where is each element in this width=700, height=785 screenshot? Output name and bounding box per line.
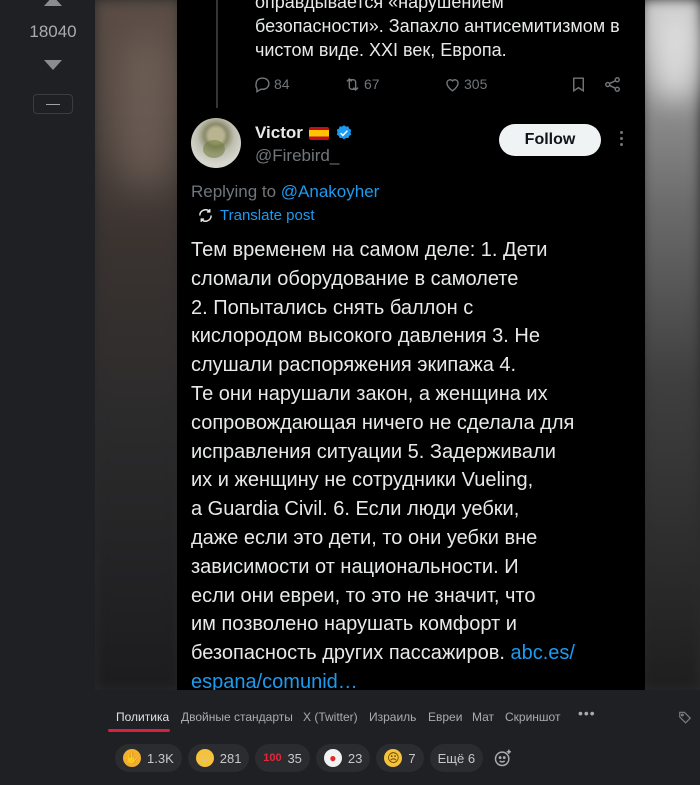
reaction-laugh[interactable]: ☺ 281 — [187, 744, 250, 772]
collapse-button[interactable]: — — [33, 94, 73, 114]
tweet-action-bar: 84 67 305 — [253, 72, 633, 96]
retweet-count: 67 — [364, 76, 380, 92]
author-name-row: Victor — [255, 123, 353, 143]
vote-column: 18040 — — [0, 0, 95, 785]
tag-icon[interactable] — [678, 710, 692, 724]
tag-politika[interactable]: Политика — [116, 710, 169, 724]
tweet-panel: оправдывается «нарушением безопасности».… — [177, 0, 645, 690]
tag-israel[interactable]: Израиль — [369, 710, 416, 724]
like-count: 305 — [464, 76, 488, 92]
retweet-icon — [346, 77, 359, 91]
reaction-count: 281 — [219, 750, 242, 766]
post-footer: Политика Двойные стандарты X (Twitter) И… — [95, 690, 700, 785]
hundred-icon: 100 — [263, 752, 282, 764]
reaction-clap[interactable]: ✋ 1.3K — [115, 744, 182, 772]
reaction-count: 1.3K — [147, 750, 174, 766]
share-action[interactable] — [603, 72, 622, 96]
verified-badge-icon — [336, 125, 352, 140]
heart-icon — [446, 78, 459, 92]
grimacing-face-icon: ☹ — [384, 749, 403, 767]
more-reactions-button[interactable]: Ещё 6 — [429, 744, 484, 772]
blurred-background-left-spot — [115, 30, 175, 190]
clown-face-icon: ● — [323, 749, 342, 767]
bookmark-action[interactable] — [569, 72, 588, 96]
more-tags-button[interactable]: ••• — [578, 705, 596, 721]
downvote-arrow-icon[interactable] — [44, 60, 62, 70]
retweet-action[interactable]: 67 — [343, 72, 380, 96]
replying-prefix: Replying to — [191, 182, 277, 201]
thread-line — [216, 0, 218, 108]
previous-tweet-text: оправдывается «нарушением безопасности».… — [255, 0, 620, 60]
avatar[interactable] — [191, 118, 241, 168]
reaction-count: 7 — [408, 750, 416, 766]
reply-action[interactable]: 84 — [253, 72, 290, 96]
add-reaction-icon — [494, 749, 511, 767]
tag-mat[interactable]: Мат — [472, 710, 494, 724]
reaction-count: 23 — [347, 750, 363, 766]
tag-double-standards[interactable]: Двойные стандарты — [181, 710, 293, 724]
tag-x-twitter[interactable]: X (Twitter) — [303, 710, 358, 724]
clap-icon: ✋ — [123, 749, 141, 767]
bookmark-icon — [573, 76, 584, 92]
replying-mention-link[interactable]: @Anakoyher — [281, 182, 380, 201]
translate-post-link[interactable]: Translate post — [197, 207, 315, 224]
tweet-body-text: Тем временем на самом деле: 1. Дети слом… — [191, 239, 575, 665]
add-reaction-button[interactable] — [489, 744, 517, 772]
tag-jews[interactable]: Евреи — [428, 710, 462, 724]
blurred-background-right-spot — [650, 10, 700, 100]
share-icon — [605, 76, 620, 92]
reaction-hundred[interactable]: 100 35 — [255, 744, 310, 772]
active-tag-underline — [108, 729, 170, 732]
translate-icon — [199, 209, 212, 222]
author-name[interactable]: Victor — [255, 123, 303, 143]
tweet-body: Тем временем на самом деле: 1. Дети слом… — [191, 236, 639, 690]
reaction-grimace[interactable]: ☹ 7 — [376, 744, 424, 772]
spain-flag-icon — [308, 126, 329, 140]
reaction-count: 35 — [287, 750, 302, 766]
vote-count: 18040 — [29, 22, 77, 41]
author-handle[interactable]: @Firebird_ — [255, 146, 339, 166]
follow-button[interactable]: Follow — [499, 124, 601, 156]
like-action[interactable]: 305 — [443, 72, 487, 96]
more-reactions-label: Ещё 6 — [437, 750, 476, 766]
replying-to: Replying to @Anakoyher — [191, 182, 379, 202]
reaction-clown[interactable]: ● 23 — [315, 744, 371, 772]
reply-count: 84 — [274, 76, 290, 92]
more-options-icon[interactable] — [615, 128, 627, 152]
upvote-arrow-icon[interactable] — [44, 0, 62, 6]
laughing-face-icon: ☺ — [195, 749, 214, 767]
tag-screenshot[interactable]: Скриншот — [505, 710, 560, 724]
reply-icon — [255, 76, 270, 93]
translate-post-label: Translate post — [220, 207, 315, 224]
tweet-link-part2[interactable]: espana/comunid… — [191, 671, 358, 690]
reactions-bar: ✋ 1.3K ☺ 281 100 35 ● 23 ☹ 7 Ещё 6 — [115, 744, 517, 772]
blurred-background-right — [642, 0, 700, 690]
tweet-link-part1[interactable]: abc.es/ — [510, 642, 574, 664]
